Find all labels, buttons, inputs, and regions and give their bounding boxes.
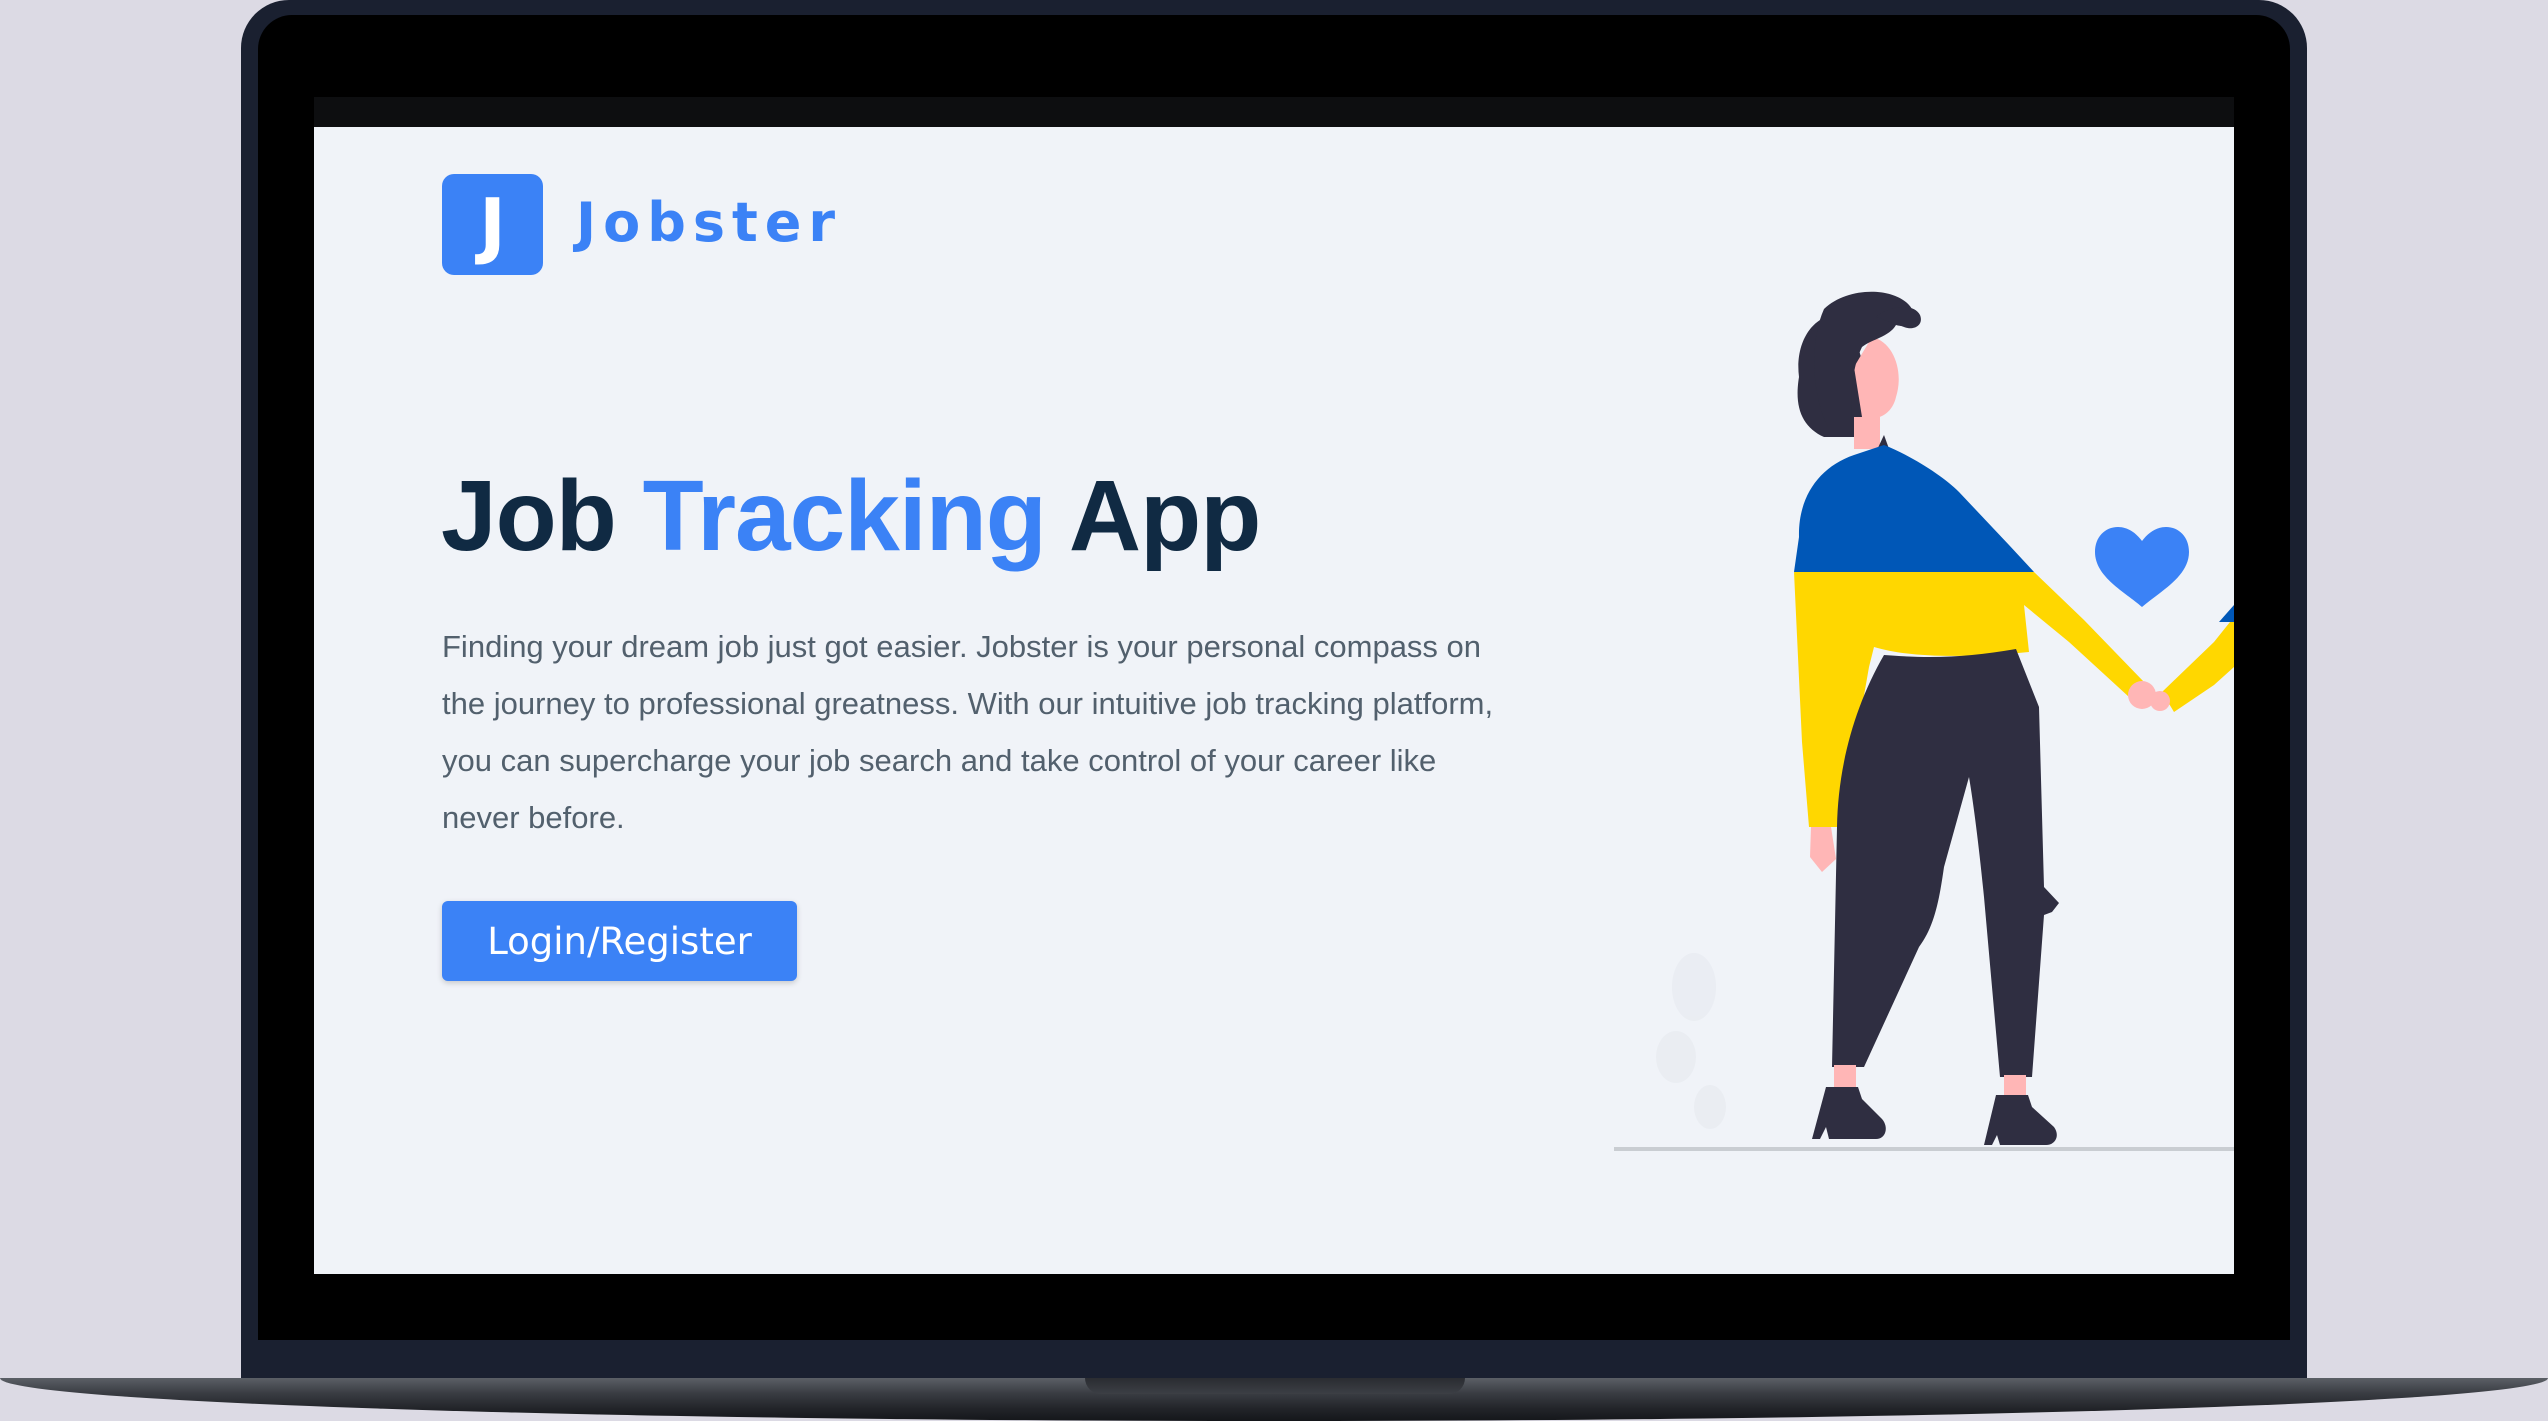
title-accent: Tracking (642, 460, 1047, 572)
logo-icon[interactable]: J (442, 174, 543, 275)
heart-icon (2095, 527, 2189, 607)
intro-paragraph: Finding your dream job just got easier. … (442, 629, 1494, 835)
landing-page: J Jobster Job Tracking App Finding your … (314, 97, 2234, 1274)
browser-top-bar (314, 97, 2234, 127)
logo-letter: J (479, 182, 506, 267)
title-part-2: App (1045, 460, 1261, 572)
title-part-1: Job (441, 460, 643, 572)
login-register-button[interactable]: Login/Register (442, 901, 797, 981)
woman-illustration (1614, 291, 2234, 1151)
laptop-notch (1085, 1378, 1465, 1394)
logo-text[interactable]: Jobster (576, 191, 842, 254)
page-title: Job Tracking App (441, 459, 1261, 574)
